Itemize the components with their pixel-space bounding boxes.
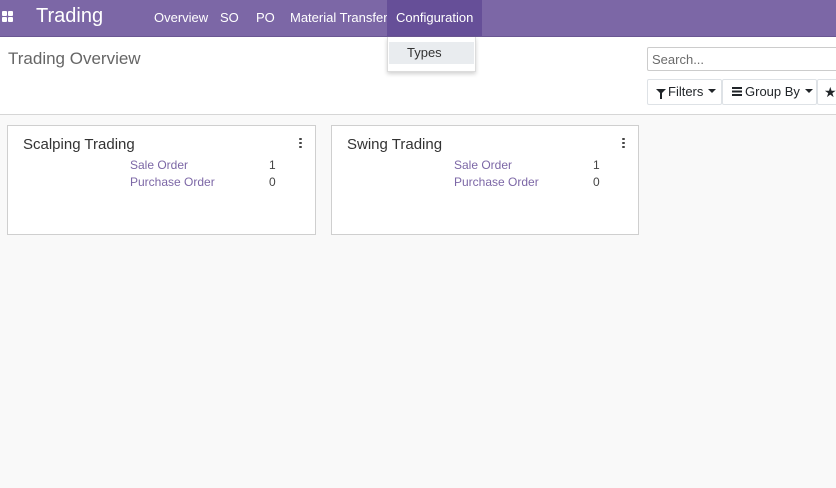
star-icon: ★ bbox=[824, 84, 836, 100]
filter-icon bbox=[656, 89, 666, 100]
menu-po[interactable]: PO bbox=[247, 0, 284, 36]
kebab-menu-icon[interactable] bbox=[299, 138, 302, 148]
app-title[interactable]: Trading bbox=[36, 5, 103, 28]
purchase-order-count: 0 bbox=[593, 175, 600, 189]
filters-label: Filters bbox=[668, 84, 704, 99]
group-by-label: Group By bbox=[745, 84, 800, 99]
kebab-menu-icon[interactable] bbox=[622, 138, 625, 148]
purchase-order-count: 0 bbox=[269, 175, 276, 189]
kanban-card[interactable]: Scalping Trading Sale Order 1 Purchase O… bbox=[7, 125, 316, 235]
menu-material-transfer[interactable]: Material Transfer bbox=[281, 0, 397, 36]
menu-configuration[interactable]: Configuration bbox=[387, 0, 483, 36]
search-box[interactable] bbox=[647, 47, 836, 71]
caret-down-icon bbox=[708, 89, 717, 94]
sale-order-count: 1 bbox=[593, 158, 600, 172]
sale-order-link[interactable]: Sale Order bbox=[454, 158, 512, 172]
configuration-dropdown: Types bbox=[387, 37, 476, 72]
page-title: Trading Overview bbox=[8, 49, 141, 68]
purchase-order-link[interactable]: Purchase Order bbox=[130, 175, 215, 189]
card-title[interactable]: Scalping Trading bbox=[23, 136, 135, 153]
sale-order-link[interactable]: Sale Order bbox=[130, 158, 188, 172]
favorites-button[interactable]: ★ bbox=[817, 79, 836, 105]
menu-overview[interactable]: Overview bbox=[145, 0, 217, 36]
purchase-order-link[interactable]: Purchase Order bbox=[454, 175, 539, 189]
caret-down-icon bbox=[804, 89, 813, 94]
group-by-button[interactable]: Group By bbox=[722, 79, 817, 105]
card-title[interactable]: Swing Trading bbox=[347, 136, 442, 153]
filters-button[interactable]: Filters bbox=[647, 79, 722, 105]
top-navbar: Trading Overview SO PO Material Transfer… bbox=[0, 0, 836, 37]
dropdown-item-types[interactable]: Types bbox=[389, 42, 474, 64]
menu-so[interactable]: SO bbox=[211, 0, 248, 36]
apps-menu-icon[interactable] bbox=[2, 11, 13, 22]
kanban-card[interactable]: Swing Trading Sale Order 1 Purchase Orde… bbox=[331, 125, 639, 235]
bars-icon bbox=[732, 87, 742, 97]
sale-order-count: 1 bbox=[269, 158, 276, 172]
search-input[interactable] bbox=[652, 52, 832, 67]
